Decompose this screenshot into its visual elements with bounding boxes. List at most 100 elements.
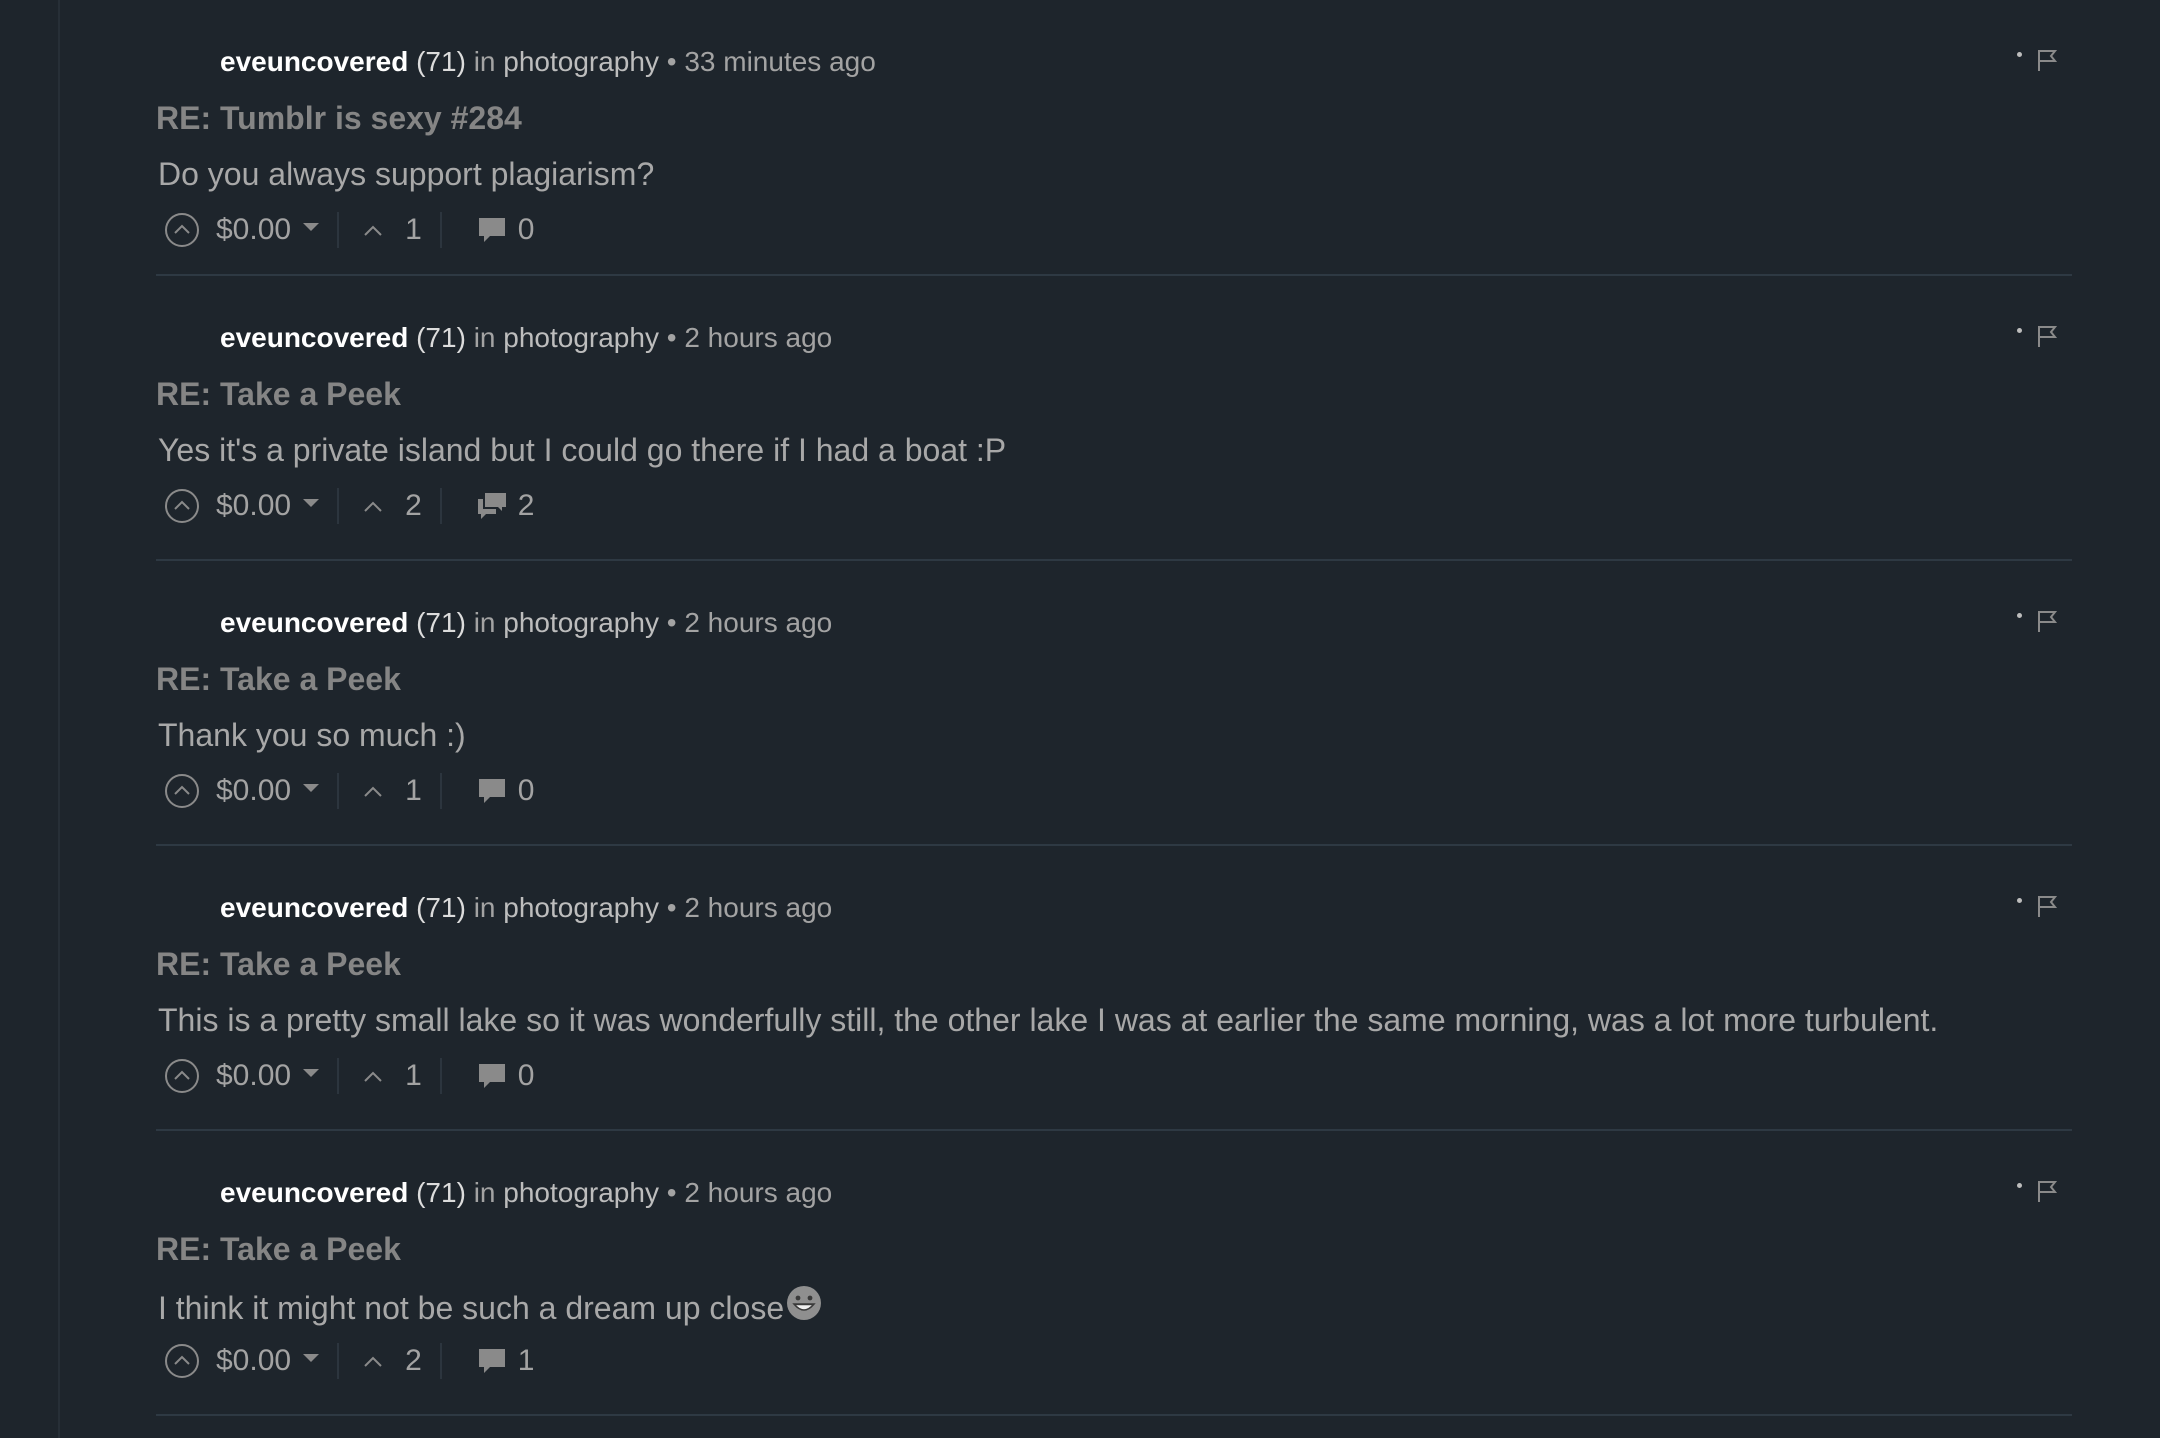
category-link[interactable]: photography bbox=[503, 1177, 659, 1208]
circle-chevron-up-icon[interactable] bbox=[164, 1343, 200, 1379]
category-link[interactable]: photography bbox=[503, 46, 659, 77]
author-link[interactable]: eveuncovered bbox=[220, 322, 408, 353]
payout-value: $0.00 bbox=[216, 489, 292, 522]
comment-footer: $0.00 2 2 bbox=[164, 484, 534, 528]
caret-down-icon bbox=[303, 1354, 320, 1362]
comment-body-text: I think it might not be such a dream up … bbox=[158, 1290, 785, 1326]
flag-icon[interactable] bbox=[2036, 1179, 2058, 1203]
timestamp-link[interactable]: 2 hours ago bbox=[684, 322, 832, 353]
comment-bubble-icon bbox=[476, 1345, 508, 1377]
author-reputation: (71) bbox=[416, 322, 466, 353]
footer-divider bbox=[439, 212, 442, 248]
payout-dropdown[interactable]: $0.00 bbox=[216, 774, 320, 808]
dot-icon[interactable] bbox=[2017, 1183, 2022, 1188]
comment-actions-top bbox=[2017, 48, 2058, 72]
payout-dropdown[interactable]: $0.00 bbox=[216, 1059, 320, 1093]
dot-icon[interactable] bbox=[2017, 898, 2022, 903]
comment-actions-top bbox=[2017, 609, 2058, 633]
caret-down-icon bbox=[303, 499, 320, 507]
comment-meta: eveuncovered (71) in photography • 2 hou… bbox=[220, 605, 832, 641]
author-link[interactable]: eveuncovered bbox=[220, 607, 408, 638]
author-link[interactable]: eveuncovered bbox=[220, 46, 408, 77]
payout-value: $0.00 bbox=[216, 213, 292, 246]
comment-item: eveuncovered (71) in photography • 2 hou… bbox=[156, 1131, 2072, 1416]
author-link[interactable]: eveuncovered bbox=[220, 1177, 408, 1208]
payout-dropdown[interactable]: $0.00 bbox=[216, 489, 320, 523]
votes-count: 2 bbox=[405, 489, 422, 522]
dot-icon[interactable] bbox=[2017, 52, 2022, 57]
comment-actions-top bbox=[2017, 1179, 2058, 1203]
replies-link[interactable]: 0 bbox=[476, 774, 534, 808]
comment-title-link[interactable]: RE: Take a Peek bbox=[156, 659, 401, 699]
caret-down-icon bbox=[303, 1069, 320, 1077]
comment-actions-top bbox=[2017, 894, 2058, 918]
comment-body: I think it might not be such a dream up … bbox=[158, 1285, 822, 1328]
comment-title-link[interactable]: RE: Tumblr is sexy #284 bbox=[156, 98, 522, 138]
replies-link[interactable]: 0 bbox=[476, 213, 534, 247]
replies-link[interactable]: 0 bbox=[476, 1059, 535, 1093]
comment-footer: $0.00 1 0 bbox=[164, 208, 534, 252]
comment-title-link[interactable]: RE: Take a Peek bbox=[156, 374, 401, 414]
comment-title-link[interactable]: RE: Take a Peek bbox=[156, 1229, 401, 1269]
chevron-up-icon bbox=[363, 1354, 383, 1368]
circle-chevron-up-icon[interactable] bbox=[164, 488, 200, 524]
votes-count-button[interactable]: 2 bbox=[363, 1344, 422, 1378]
flag-icon[interactable] bbox=[2036, 48, 2058, 72]
votes-count: 1 bbox=[405, 213, 422, 246]
comment-meta: eveuncovered (71) in photography • 33 mi… bbox=[220, 44, 876, 80]
chevron-up-icon bbox=[363, 1069, 383, 1083]
flag-icon[interactable] bbox=[2036, 324, 2058, 348]
author-reputation: (71) bbox=[416, 892, 466, 923]
replies-count: 0 bbox=[517, 1059, 535, 1092]
comment-footer: $0.00 1 0 bbox=[164, 769, 534, 813]
comment-feed: eveuncovered (71) in photography • 33 mi… bbox=[156, 0, 2072, 1416]
votes-count-button[interactable]: 2 bbox=[363, 489, 422, 523]
comment-meta: eveuncovered (71) in photography • 2 hou… bbox=[220, 1175, 832, 1211]
circle-chevron-up-icon[interactable] bbox=[164, 773, 200, 809]
caret-down-icon bbox=[303, 223, 320, 231]
chevron-up-icon bbox=[363, 499, 383, 513]
in-label: in bbox=[473, 46, 496, 77]
votes-count-button[interactable]: 1 bbox=[363, 774, 422, 808]
votes-count: 1 bbox=[405, 1059, 422, 1092]
comment-bubble-icon bbox=[476, 214, 508, 246]
timestamp-link[interactable]: 2 hours ago bbox=[684, 1177, 832, 1208]
footer-divider bbox=[439, 773, 442, 809]
payout-dropdown[interactable]: $0.00 bbox=[216, 1344, 320, 1378]
feed-left-border bbox=[58, 0, 60, 1438]
timestamp-link[interactable]: 33 minutes ago bbox=[684, 46, 875, 77]
comment-item: eveuncovered (71) in photography • 33 mi… bbox=[156, 0, 2072, 276]
flag-icon[interactable] bbox=[2036, 894, 2058, 918]
footer-divider bbox=[439, 1058, 442, 1094]
category-link[interactable]: photography bbox=[503, 607, 659, 638]
timestamp-link[interactable]: 2 hours ago bbox=[684, 607, 832, 638]
in-label: in bbox=[473, 1177, 496, 1208]
circle-chevron-up-icon[interactable] bbox=[164, 1058, 200, 1094]
dot-icon[interactable] bbox=[2017, 328, 2022, 333]
category-link[interactable]: photography bbox=[503, 892, 659, 923]
flag-icon[interactable] bbox=[2036, 609, 2058, 633]
comment-footer: $0.00 2 1 bbox=[164, 1339, 534, 1383]
votes-count-button[interactable]: 1 bbox=[363, 213, 422, 247]
category-link[interactable]: photography bbox=[503, 322, 659, 353]
payout-dropdown[interactable]: $0.00 bbox=[216, 213, 320, 247]
circle-chevron-up-icon[interactable] bbox=[164, 212, 200, 248]
author-link[interactable]: eveuncovered bbox=[220, 892, 408, 923]
comment-body: This is a pretty small lake so it was wo… bbox=[158, 1002, 1939, 1038]
comment-body: Do you always support plagiarism? bbox=[158, 156, 655, 192]
replies-count: 2 bbox=[517, 489, 535, 522]
meta-separator: • bbox=[666, 46, 677, 77]
in-label: in bbox=[473, 607, 496, 638]
timestamp-link[interactable]: 2 hours ago bbox=[684, 892, 832, 923]
votes-count-button[interactable]: 1 bbox=[363, 1059, 422, 1093]
replies-link[interactable]: 2 bbox=[476, 489, 535, 523]
in-label: in bbox=[473, 892, 496, 923]
dot-icon[interactable] bbox=[2017, 613, 2022, 618]
replies-count: 1 bbox=[517, 1344, 535, 1377]
comment-title-link[interactable]: RE: Take a Peek bbox=[156, 944, 401, 984]
footer-divider bbox=[337, 1343, 340, 1379]
replies-link[interactable]: 1 bbox=[476, 1344, 535, 1378]
votes-count: 1 bbox=[405, 774, 422, 807]
payout-value: $0.00 bbox=[216, 1344, 292, 1377]
comment-item: eveuncovered (71) in photography • 2 hou… bbox=[156, 561, 2072, 846]
